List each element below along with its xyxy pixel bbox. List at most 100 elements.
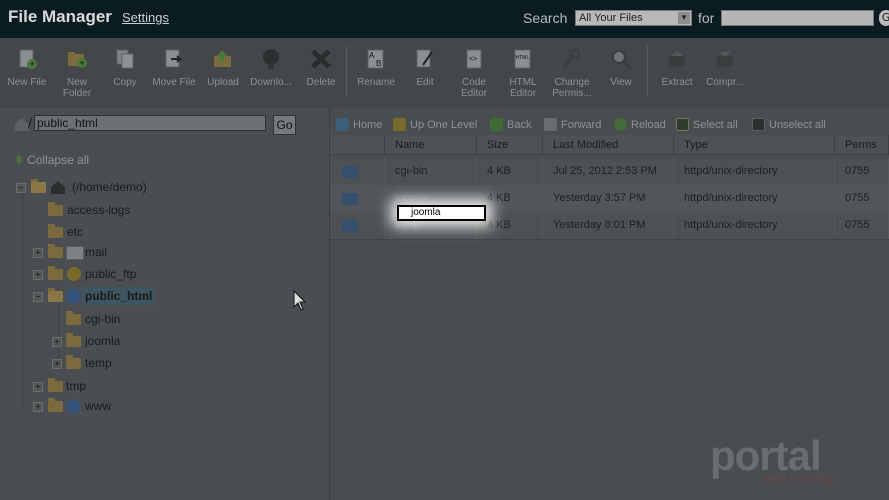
back-button[interactable]: Back xyxy=(490,118,531,131)
tree-item-root[interactable]: − (/home/demo) xyxy=(16,178,316,196)
code-editor-button[interactable]: <> Code Editor xyxy=(451,48,497,99)
tree-line xyxy=(22,193,23,407)
perms-cell: 0755 xyxy=(835,158,889,185)
folder-icon xyxy=(48,398,63,412)
expand-toggle[interactable]: + xyxy=(33,402,43,412)
icon-cell xyxy=(330,212,385,239)
col-icon-header xyxy=(330,135,385,155)
compress-button[interactable]: Compr... xyxy=(702,48,748,88)
settings-link[interactable]: Settings xyxy=(122,10,169,25)
tree-label: www xyxy=(85,399,111,413)
collapse-toggle[interactable]: − xyxy=(16,183,26,193)
upload-button[interactable]: Upload xyxy=(200,48,246,88)
tree-item-temp[interactable]: + temp xyxy=(50,354,310,372)
tree-item-tmp[interactable]: + tmp xyxy=(32,377,312,395)
edit-button[interactable]: Edit xyxy=(402,48,448,88)
tool-label: Move File xyxy=(152,77,196,88)
rename-icon: AB xyxy=(367,49,384,69)
col-modified-header[interactable]: Last Modified xyxy=(543,135,674,155)
nav-label: Back xyxy=(507,119,532,131)
modified-cell: Jul 25, 2012 2:53 PM xyxy=(543,158,674,185)
view-button[interactable]: View xyxy=(598,48,644,88)
html-editor-button[interactable]: HTML HTML Editor xyxy=(500,48,546,99)
up-one-level-button[interactable]: Up One Level xyxy=(393,118,477,131)
delete-button[interactable]: Delete xyxy=(298,48,344,88)
tree-item-etc[interactable]: etc xyxy=(32,223,312,241)
mail-icon xyxy=(66,246,84,260)
file-manager-window: File Manager Settings Search All Your Fi… xyxy=(0,0,889,500)
path-bar: / public_html Go xyxy=(14,115,324,137)
tree-item-mail[interactable]: + mail xyxy=(32,243,312,261)
tree-label: tmp xyxy=(66,379,87,393)
tree-item-public-ftp[interactable]: + public_ftp xyxy=(32,265,312,283)
tree-label: mail xyxy=(85,245,108,259)
folder-open-icon xyxy=(31,179,46,193)
table-row[interactable]: cgi-bin 4 KB Jul 25, 2012 2:53 PM httpd/… xyxy=(330,158,889,185)
tool-label: Upload xyxy=(207,77,239,88)
col-size-header[interactable]: Size xyxy=(477,135,543,155)
tree-item-access-logs[interactable]: access-logs xyxy=(32,201,312,219)
change-permissions-button[interactable]: Change Permis... xyxy=(549,48,595,99)
collapse-toggle[interactable]: − xyxy=(33,292,43,302)
home-nav-button[interactable]: Home xyxy=(336,118,382,131)
move-file-button[interactable]: Move File xyxy=(151,48,197,88)
search-scope-select[interactable]: All Your Files ▼ xyxy=(575,10,692,26)
folder-icon xyxy=(66,311,81,325)
move-file-icon xyxy=(165,49,183,68)
select-all-button[interactable]: Select all xyxy=(676,118,738,131)
tree-label: cgi-bin xyxy=(85,312,121,326)
for-label: for xyxy=(698,10,715,26)
tree-label: (/home/demo) xyxy=(72,180,147,194)
extract-icon xyxy=(669,51,685,67)
size-cell: 4 KB xyxy=(477,212,543,239)
header-bar: File Manager Settings Search All Your Fi… xyxy=(0,0,889,38)
forward-button[interactable]: Forward xyxy=(544,118,601,131)
tool-label: New File xyxy=(7,77,47,88)
collapse-all-link[interactable]: ⇞ Collapse all xyxy=(14,153,89,167)
ftp-icon xyxy=(67,267,81,281)
folder-icon xyxy=(48,378,63,392)
download-button[interactable]: Downlo... xyxy=(248,48,294,88)
tree-item-public-html[interactable]: − public_html xyxy=(32,287,312,305)
expand-toggle[interactable]: + xyxy=(33,248,43,258)
search-go-button[interactable]: G xyxy=(879,10,889,26)
rename-button[interactable]: AB Rename xyxy=(353,48,399,88)
extract-button[interactable]: Extract xyxy=(654,48,700,88)
expand-toggle[interactable]: + xyxy=(52,359,62,369)
tool-label: Change Permis... xyxy=(552,77,592,99)
navigation-bar: Home Up One Level Back Forward Reload Se… xyxy=(330,116,889,134)
tree-item-joomla[interactable]: + joomla xyxy=(50,332,310,350)
nav-label: Reload xyxy=(631,119,666,131)
unselect-all-button[interactable]: Unselect all xyxy=(752,118,826,131)
svg-text:B: B xyxy=(376,59,381,68)
expand-toggle[interactable]: + xyxy=(33,270,43,280)
tree-item-www[interactable]: + www xyxy=(32,397,312,415)
tree-item-cgi-bin[interactable]: cgi-bin xyxy=(50,310,310,328)
path-go-button[interactable]: Go xyxy=(273,115,296,135)
mouse-cursor-icon xyxy=(293,290,307,311)
tree-label: access-logs xyxy=(67,203,131,217)
expand-toggle[interactable]: + xyxy=(52,337,62,347)
new-file-button[interactable]: + New File xyxy=(4,48,50,88)
new-folder-button[interactable]: + New Folder xyxy=(54,48,100,99)
perms-cell: 0755 xyxy=(835,212,889,239)
reload-button[interactable]: Reload xyxy=(614,118,666,131)
compress-icon xyxy=(717,52,733,67)
copy-button[interactable]: Copy xyxy=(102,48,148,88)
nav-label: Home xyxy=(353,119,383,131)
modified-cell: Yesterday 8:01 PM xyxy=(543,212,674,239)
forward-arrow-icon xyxy=(544,118,557,131)
html-editor-icon: HTML xyxy=(514,49,531,69)
expand-toggle[interactable]: + xyxy=(33,382,43,392)
rename-input[interactable]: joomla xyxy=(397,205,486,221)
search-scope-value: All Your Files xyxy=(579,12,643,24)
nav-label: Unselect all xyxy=(769,119,826,131)
svg-text:A: A xyxy=(369,51,375,60)
col-perms-header[interactable]: Perms xyxy=(835,135,889,155)
col-name-header[interactable]: Name xyxy=(385,135,477,155)
search-input[interactable] xyxy=(721,10,874,26)
collapse-all-label: Collapse all xyxy=(27,153,90,167)
col-type-header[interactable]: Type xyxy=(674,135,835,155)
chevron-down-icon: ▼ xyxy=(678,12,690,24)
path-input[interactable]: public_html xyxy=(34,115,266,131)
